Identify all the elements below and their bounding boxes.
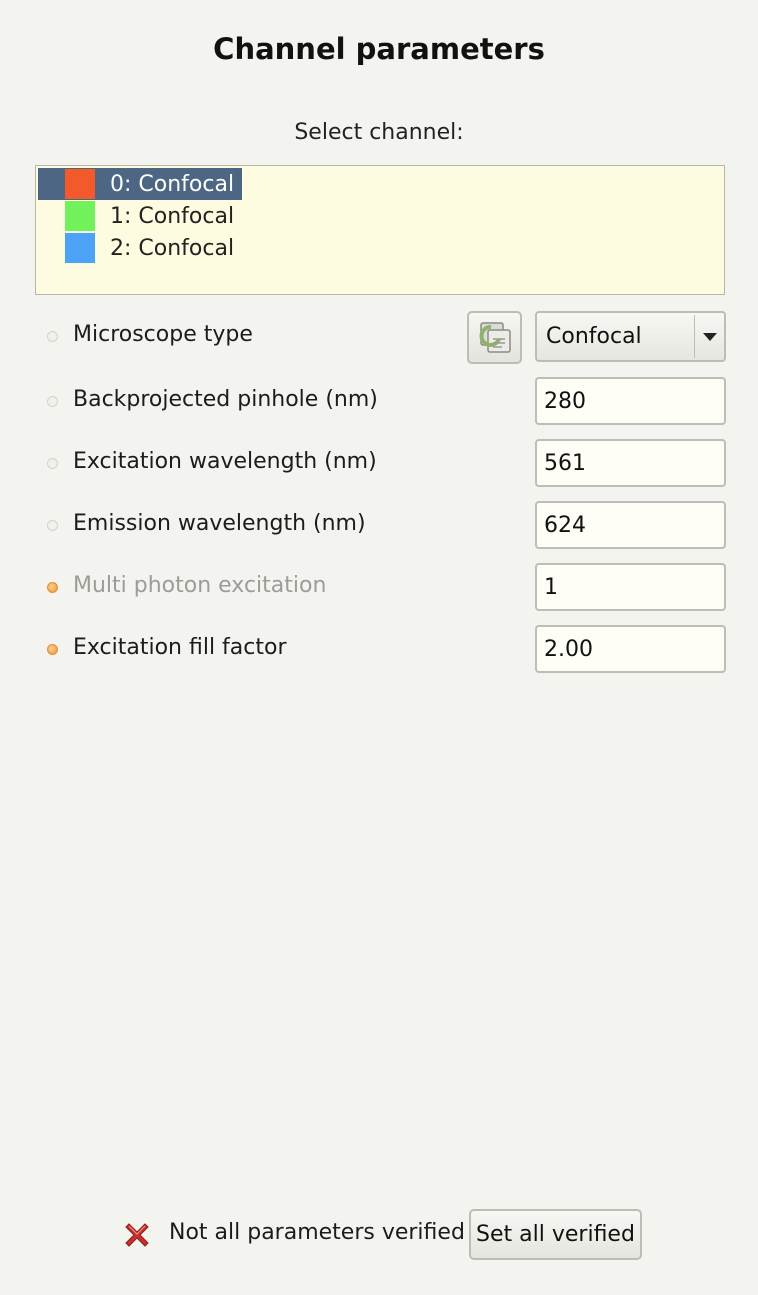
pinhole-input[interactable] — [535, 377, 726, 425]
dropdown-arrow-icon[interactable] — [703, 333, 717, 341]
verification-status-text: Not all parameters verified — [169, 1220, 465, 1245]
panel-title: Channel parameters — [213, 32, 545, 66]
microscope-type-value: Confocal — [546, 324, 642, 349]
excitation-wavelength-label: Excitation wavelength (nm) — [73, 449, 377, 474]
channel-item-0[interactable]: 0: Confocal — [38, 168, 243, 200]
emission-wavelength-input[interactable] — [535, 501, 726, 549]
copy-params-icon — [479, 322, 511, 353]
multi-photon-input[interactable] — [535, 563, 726, 611]
pinhole-label: Backprojected pinhole (nm) — [73, 387, 378, 412]
channel-color-swatch — [65, 169, 95, 199]
channel-color-swatch — [65, 233, 95, 263]
channel-item-1[interactable]: 1: Confocal — [38, 200, 242, 232]
status-dot-microscope-type — [47, 331, 58, 342]
channel-item-label: 1: Confocal — [110, 203, 235, 229]
microscope-type-select[interactable]: Confocal — [535, 311, 726, 362]
microscope-type-label: Microscope type — [73, 322, 253, 347]
status-dot-emission — [47, 520, 58, 531]
set-all-verified-button[interactable]: Set all verified — [469, 1209, 642, 1260]
channel-item-label: 0: Confocal — [110, 171, 235, 197]
status-dot-excitation — [47, 458, 58, 469]
excitation-wavelength-input[interactable] — [535, 439, 726, 487]
channel-color-swatch — [65, 201, 95, 231]
copy-parameters-button[interactable] — [467, 311, 522, 364]
channel-item-2[interactable]: 2: Confocal — [38, 232, 242, 264]
select-channel-label: Select channel: — [294, 120, 464, 145]
emission-wavelength-label: Emission wavelength (nm) — [73, 511, 366, 536]
fill-factor-label: Excitation fill factor — [73, 635, 287, 660]
fill-factor-input[interactable] — [535, 625, 726, 673]
red-x-icon — [125, 1223, 149, 1247]
status-dot-pinhole — [47, 396, 58, 407]
multi-photon-label: Multi photon excitation — [73, 573, 327, 598]
channel-list[interactable]: 0: Confocal 1: Confocal 2: Confocal — [35, 165, 725, 295]
channel-item-label: 2: Confocal — [110, 235, 235, 261]
status-dot-fill-factor — [47, 644, 58, 655]
combo-divider — [694, 315, 695, 358]
status-dot-multi-photon — [47, 582, 58, 593]
